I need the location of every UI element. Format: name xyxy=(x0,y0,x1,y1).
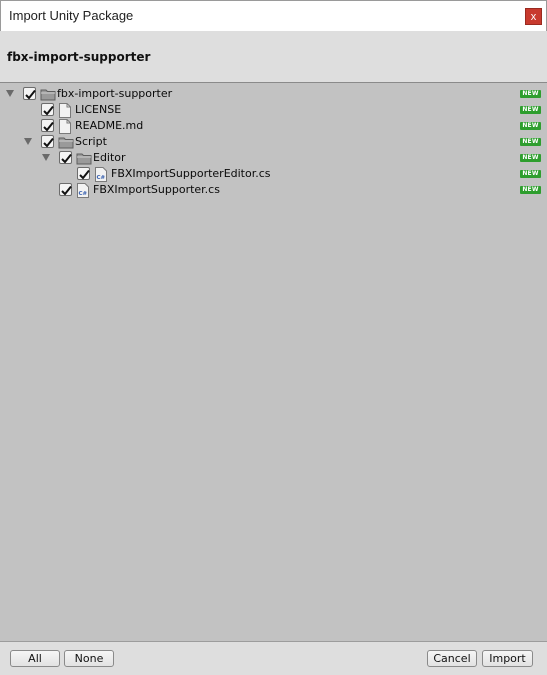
package-header: fbx-import-supporter xyxy=(0,31,547,83)
triangle-down-icon[interactable] xyxy=(24,138,32,145)
checkmark-icon xyxy=(43,105,54,116)
tree-item-license[interactable]: LICENSE NEW xyxy=(0,102,547,118)
svg-text:C#: C# xyxy=(97,175,106,181)
item-label: README.md xyxy=(75,119,144,132)
window-title: Import Unity Package xyxy=(9,8,134,23)
title-bar: Import Unity Package x xyxy=(0,0,547,31)
item-checkbox[interactable] xyxy=(23,87,36,100)
csharp-script-icon: C# xyxy=(95,167,107,182)
item-label: Editor xyxy=(93,151,126,164)
select-all-button[interactable]: All xyxy=(10,650,60,667)
item-checkbox[interactable] xyxy=(77,167,90,180)
item-label: fbx-import-supporter xyxy=(57,87,173,100)
checkmark-icon xyxy=(43,121,54,132)
csharp-script-icon: C# xyxy=(77,183,89,198)
document-icon xyxy=(59,119,71,134)
checkmark-icon xyxy=(25,89,36,100)
checkmark-icon xyxy=(79,169,90,180)
footer-bar: All None Cancel Import xyxy=(0,641,547,675)
item-label: Script xyxy=(75,135,107,148)
tree-item-editor[interactable]: Editor NEW xyxy=(0,150,547,166)
new-badge: NEW xyxy=(520,170,541,178)
item-label: FBXImportSupporter.cs xyxy=(93,183,220,196)
new-badge: NEW xyxy=(520,138,541,146)
item-checkbox[interactable] xyxy=(41,103,54,116)
item-checkbox[interactable] xyxy=(59,151,72,164)
checkmark-icon xyxy=(43,137,54,148)
checkmark-icon xyxy=(61,153,72,164)
tree-item-script[interactable]: Script NEW xyxy=(0,134,547,150)
close-button[interactable]: x xyxy=(525,8,542,25)
new-badge: NEW xyxy=(520,122,541,130)
new-badge: NEW xyxy=(520,186,541,194)
cancel-button[interactable]: Cancel xyxy=(427,650,477,667)
tree-item-supporter-script[interactable]: C# FBXImportSupporter.cs NEW xyxy=(0,182,547,198)
item-label: LICENSE xyxy=(75,103,122,116)
import-button[interactable]: Import xyxy=(482,650,533,667)
item-checkbox[interactable] xyxy=(41,135,54,148)
item-checkbox[interactable] xyxy=(41,119,54,132)
triangle-down-icon[interactable] xyxy=(6,90,14,97)
tree-item-fbx-import-supporter[interactable]: fbx-import-supporter NEW xyxy=(0,86,547,102)
item-label: FBXImportSupporterEditor.cs xyxy=(111,167,271,180)
tree-item-readme[interactable]: README.md NEW xyxy=(0,118,547,134)
triangle-down-icon[interactable] xyxy=(42,154,50,161)
item-checkbox[interactable] xyxy=(59,183,72,196)
new-badge: NEW xyxy=(520,106,541,114)
asset-tree: fbx-import-supporter NEW LICENSE NEW REA… xyxy=(0,84,547,641)
new-badge: NEW xyxy=(520,154,541,162)
checkmark-icon xyxy=(61,185,72,196)
select-none-button[interactable]: None xyxy=(64,650,114,667)
folder-icon xyxy=(76,153,92,165)
folder-icon xyxy=(58,137,74,149)
document-icon xyxy=(59,103,71,118)
tree-item-editor-script[interactable]: C# FBXImportSupporterEditor.cs NEW xyxy=(0,166,547,182)
folder-icon xyxy=(40,89,56,101)
new-badge: NEW xyxy=(520,90,541,98)
svg-text:C#: C# xyxy=(79,191,88,197)
package-name: fbx-import-supporter xyxy=(7,50,151,64)
